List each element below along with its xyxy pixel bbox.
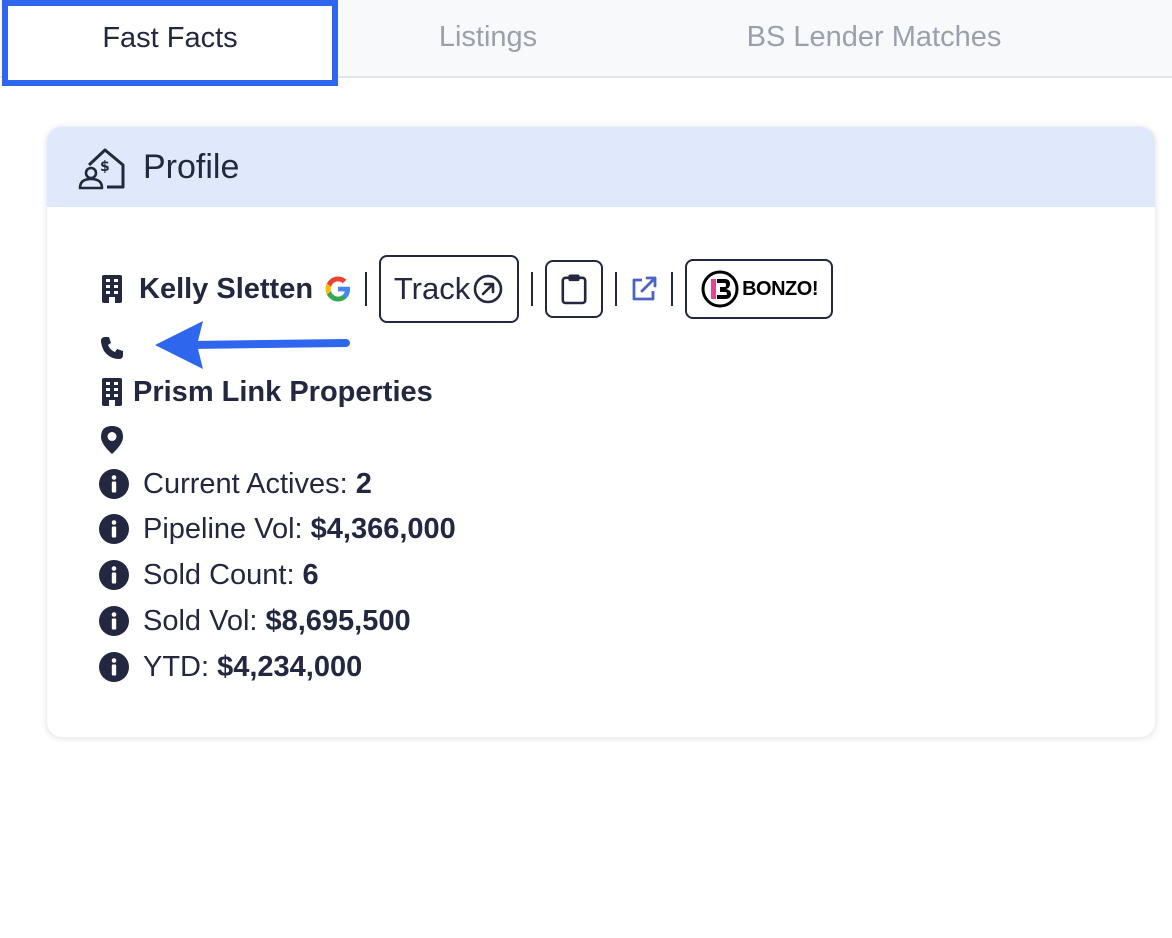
google-search-icon[interactable]: [323, 274, 353, 304]
external-link-icon[interactable]: [629, 274, 659, 304]
clipboard-button[interactable]: [545, 260, 604, 318]
tab-bar: Fast Facts Listings BS Lender Matches: [0, 0, 1172, 86]
profile-card-header: $ Profile: [47, 127, 1155, 207]
separator: [365, 272, 368, 306]
stat-value: $4,234,000: [217, 650, 363, 683]
stat-label: Current Actives:: [143, 467, 348, 500]
phone-row: [99, 333, 125, 363]
stat-current-actives: Current Actives: 2: [99, 467, 372, 501]
map-pin-icon: [101, 426, 123, 454]
stat-label: Pipeline Vol:: [143, 512, 303, 545]
tab-listings[interactable]: Listings: [338, 0, 638, 78]
stat-label: Sold Count:: [143, 558, 295, 591]
tab-bs-lender-matches[interactable]: BS Lender Matches: [638, 0, 1110, 78]
separator: [671, 272, 674, 306]
svg-text:$: $: [100, 159, 110, 175]
bonzo-button[interactable]: BONZO!: [685, 259, 834, 319]
building-icon: [102, 378, 122, 406]
stat-ytd: YTD: $4,234,000: [99, 650, 362, 684]
info-icon: [99, 469, 129, 499]
arrow-up-right-circle-icon: [473, 274, 503, 304]
stat-sold-vol: Sold Vol: $8,695,500: [99, 604, 411, 638]
stat-value: 2: [355, 467, 372, 500]
clipboard-icon: [561, 274, 587, 305]
info-icon: [99, 652, 129, 682]
bonzo-logo-icon: [701, 270, 739, 308]
company-row: Prism Link Properties: [99, 375, 433, 409]
stat-pipeline-vol: Pipeline Vol: $4,366,000: [99, 512, 456, 546]
company-name: Prism Link Properties: [133, 375, 433, 408]
track-label: Track: [393, 271, 471, 306]
annotation-arrow-icon: [155, 321, 350, 369]
stat-value: 6: [302, 558, 319, 591]
separator: [615, 272, 618, 306]
house-dollar-user-icon: $: [78, 148, 125, 190]
info-icon: [99, 514, 129, 544]
profile-card: $ Profile Kelly Sletten Track BONZO! Pri…: [46, 126, 1156, 738]
agent-name: Kelly Sletten: [139, 272, 314, 305]
building-icon: [102, 275, 122, 303]
stat-value: $4,366,000: [310, 512, 456, 545]
agent-row: Kelly Sletten Track BONZO!: [99, 255, 834, 323]
info-icon: [99, 560, 129, 590]
location-row: [99, 425, 125, 455]
phone-icon[interactable]: [99, 335, 125, 361]
tab-fast-facts[interactable]: Fast Facts: [2, 0, 338, 86]
stat-label: YTD:: [143, 650, 210, 683]
bonzo-label: BONZO!: [742, 277, 818, 300]
stat-sold-count: Sold Count: 6: [99, 558, 319, 592]
profile-title: Profile: [143, 148, 240, 186]
track-button[interactable]: Track: [379, 255, 520, 323]
stat-label: Sold Vol:: [143, 604, 258, 637]
separator: [531, 272, 534, 306]
info-icon: [99, 606, 129, 636]
stat-value: $8,695,500: [265, 604, 411, 637]
